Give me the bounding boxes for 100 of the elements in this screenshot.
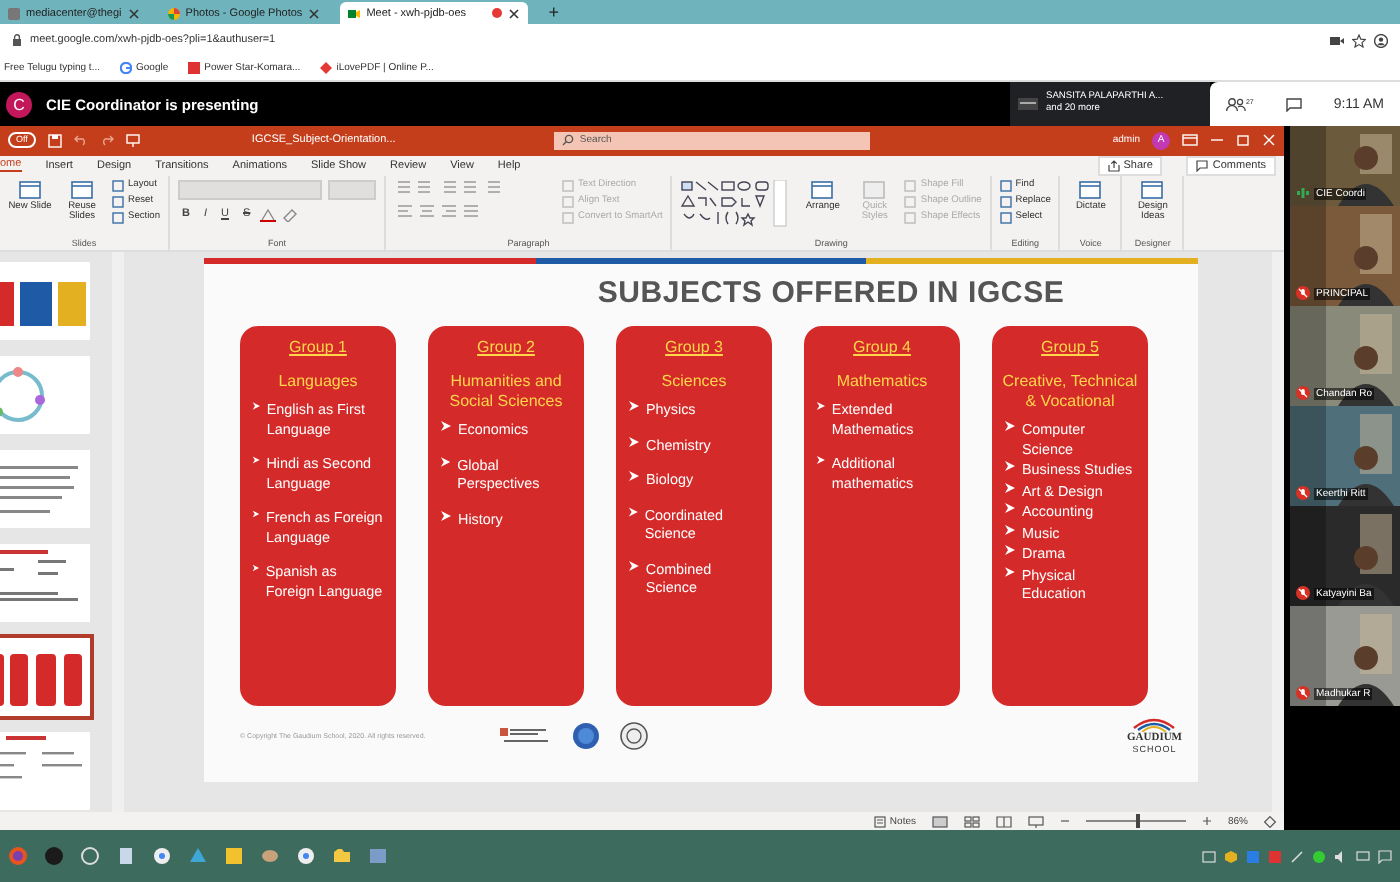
image-icon[interactable] <box>224 846 244 866</box>
font-color-icon[interactable] <box>260 207 277 222</box>
zoom-slider-thumb[interactable] <box>1135 814 1140 829</box>
undo-icon[interactable] <box>73 134 88 147</box>
scrollbar[interactable] <box>1272 252 1284 813</box>
slide-thumbnail[interactable] <box>0 260 92 343</box>
new-tab-button[interactable]: + <box>540 2 567 24</box>
shield-icon[interactable] <box>1224 849 1238 863</box>
notes-icon <box>873 815 886 828</box>
chat-icon[interactable] <box>1285 97 1302 111</box>
folder-icon[interactable] <box>332 846 352 866</box>
share-icon <box>1107 159 1120 172</box>
close-icon[interactable] <box>308 7 321 19</box>
app-icon[interactable] <box>1312 849 1326 863</box>
group-heading: Humanities and Social Sciences <box>447 372 565 413</box>
ribbon-icon <box>810 179 835 200</box>
slide-thumbnail[interactable] <box>0 542 92 625</box>
ribbon-display-icon[interactable] <box>1182 134 1198 147</box>
ribbon-icon <box>70 179 94 200</box>
bullet-icon <box>1004 544 1016 557</box>
notification-icon[interactable] <box>1378 849 1392 863</box>
bullet-icon <box>1004 565 1016 578</box>
search-icon <box>561 134 574 147</box>
font-name-field[interactable] <box>178 179 322 200</box>
bullet-icon <box>1004 420 1016 433</box>
slide-thumbnail[interactable] <box>0 636 92 719</box>
site-icon <box>188 62 201 74</box>
bullet-icon <box>440 455 452 468</box>
close-icon[interactable] <box>127 7 140 19</box>
shapes-gallery[interactable] <box>680 179 793 228</box>
app-icon[interactable] <box>260 846 280 866</box>
group-heading: Mathematics <box>836 372 928 393</box>
group-title: Group 1 <box>289 338 347 357</box>
site-icon <box>167 7 180 19</box>
minimize-icon[interactable] <box>1210 134 1224 147</box>
bullet-icon <box>628 435 640 448</box>
pen-icon[interactable] <box>1290 849 1304 863</box>
group-heading: Sciences <box>661 372 727 393</box>
group-title: Group 5 <box>1041 338 1099 357</box>
site-icon <box>120 62 132 74</box>
window-icon[interactable] <box>368 846 388 866</box>
redo-icon[interactable] <box>99 134 114 147</box>
chrome-icon[interactable] <box>152 846 172 866</box>
app-icon[interactable] <box>188 846 208 866</box>
site-icon <box>320 62 333 74</box>
group-title: Group 4 <box>853 338 911 357</box>
bullet-icon <box>628 505 639 518</box>
exam-board-logo <box>500 725 552 746</box>
lock-icon <box>12 34 22 46</box>
ribbon-icon <box>862 179 887 200</box>
restore-icon[interactable] <box>1236 134 1250 147</box>
chrome-icon[interactable] <box>296 846 316 866</box>
reading-view-icon[interactable] <box>995 815 1012 828</box>
slide-title: SUBJECTS OFFERED IN IGCSE <box>595 276 1067 311</box>
star-icon[interactable] <box>1352 33 1366 47</box>
close-icon[interactable] <box>508 7 521 19</box>
ribbon-icon <box>18 179 42 200</box>
bullet-icon <box>816 400 826 413</box>
avatar: C <box>6 91 32 117</box>
zoom-in-icon[interactable] <box>1201 816 1212 827</box>
comment-icon <box>1196 159 1209 172</box>
bullet-icon <box>1004 502 1016 515</box>
bullet-icon <box>628 559 640 572</box>
bullet-icon <box>1004 460 1016 473</box>
bullet-icon <box>816 454 826 467</box>
bullet-icon <box>440 420 452 433</box>
camera-icon[interactable] <box>1330 35 1344 45</box>
bullet-icon <box>252 562 260 575</box>
bullet-icon <box>252 400 261 413</box>
bullet-icon <box>252 508 260 521</box>
font-size-field[interactable] <box>328 179 376 200</box>
slide-thumbnail[interactable] <box>0 448 92 531</box>
slideshow-icon[interactable] <box>1027 815 1044 828</box>
bullet-icon <box>1004 481 1016 494</box>
document-icon[interactable] <box>116 846 136 866</box>
app-icon[interactable] <box>44 846 64 866</box>
group-heading: Creative, Technical & Vocational <box>1000 372 1140 413</box>
fit-slide-icon[interactable] <box>1264 815 1276 828</box>
network-icon[interactable] <box>1356 849 1370 863</box>
group-heading: Languages <box>278 372 358 393</box>
profile-icon[interactable] <box>1374 33 1388 47</box>
present-icon[interactable] <box>125 133 140 148</box>
normal-view-icon[interactable] <box>931 815 948 828</box>
ribbon-icon <box>1140 179 1165 200</box>
slide-thumbnail[interactable] <box>0 354 92 437</box>
emblem-logo <box>572 721 600 750</box>
group-title: Group 2 <box>477 338 535 357</box>
zoom-out-icon[interactable] <box>1059 816 1070 827</box>
site-icon <box>348 7 361 19</box>
people-icon[interactable] <box>1225 97 1246 111</box>
bullet-icon <box>440 509 452 522</box>
save-icon[interactable] <box>47 133 62 148</box>
globe-icon[interactable] <box>80 846 100 866</box>
slide-sorter-icon[interactable] <box>963 815 980 828</box>
slide-thumbnail[interactable] <box>0 730 92 813</box>
bullet-icon <box>628 400 640 413</box>
highlight-icon[interactable] <box>282 207 299 222</box>
volume-icon[interactable] <box>1334 849 1348 863</box>
keyboard-icon[interactable] <box>1202 849 1216 863</box>
bullet-icon <box>628 470 640 483</box>
